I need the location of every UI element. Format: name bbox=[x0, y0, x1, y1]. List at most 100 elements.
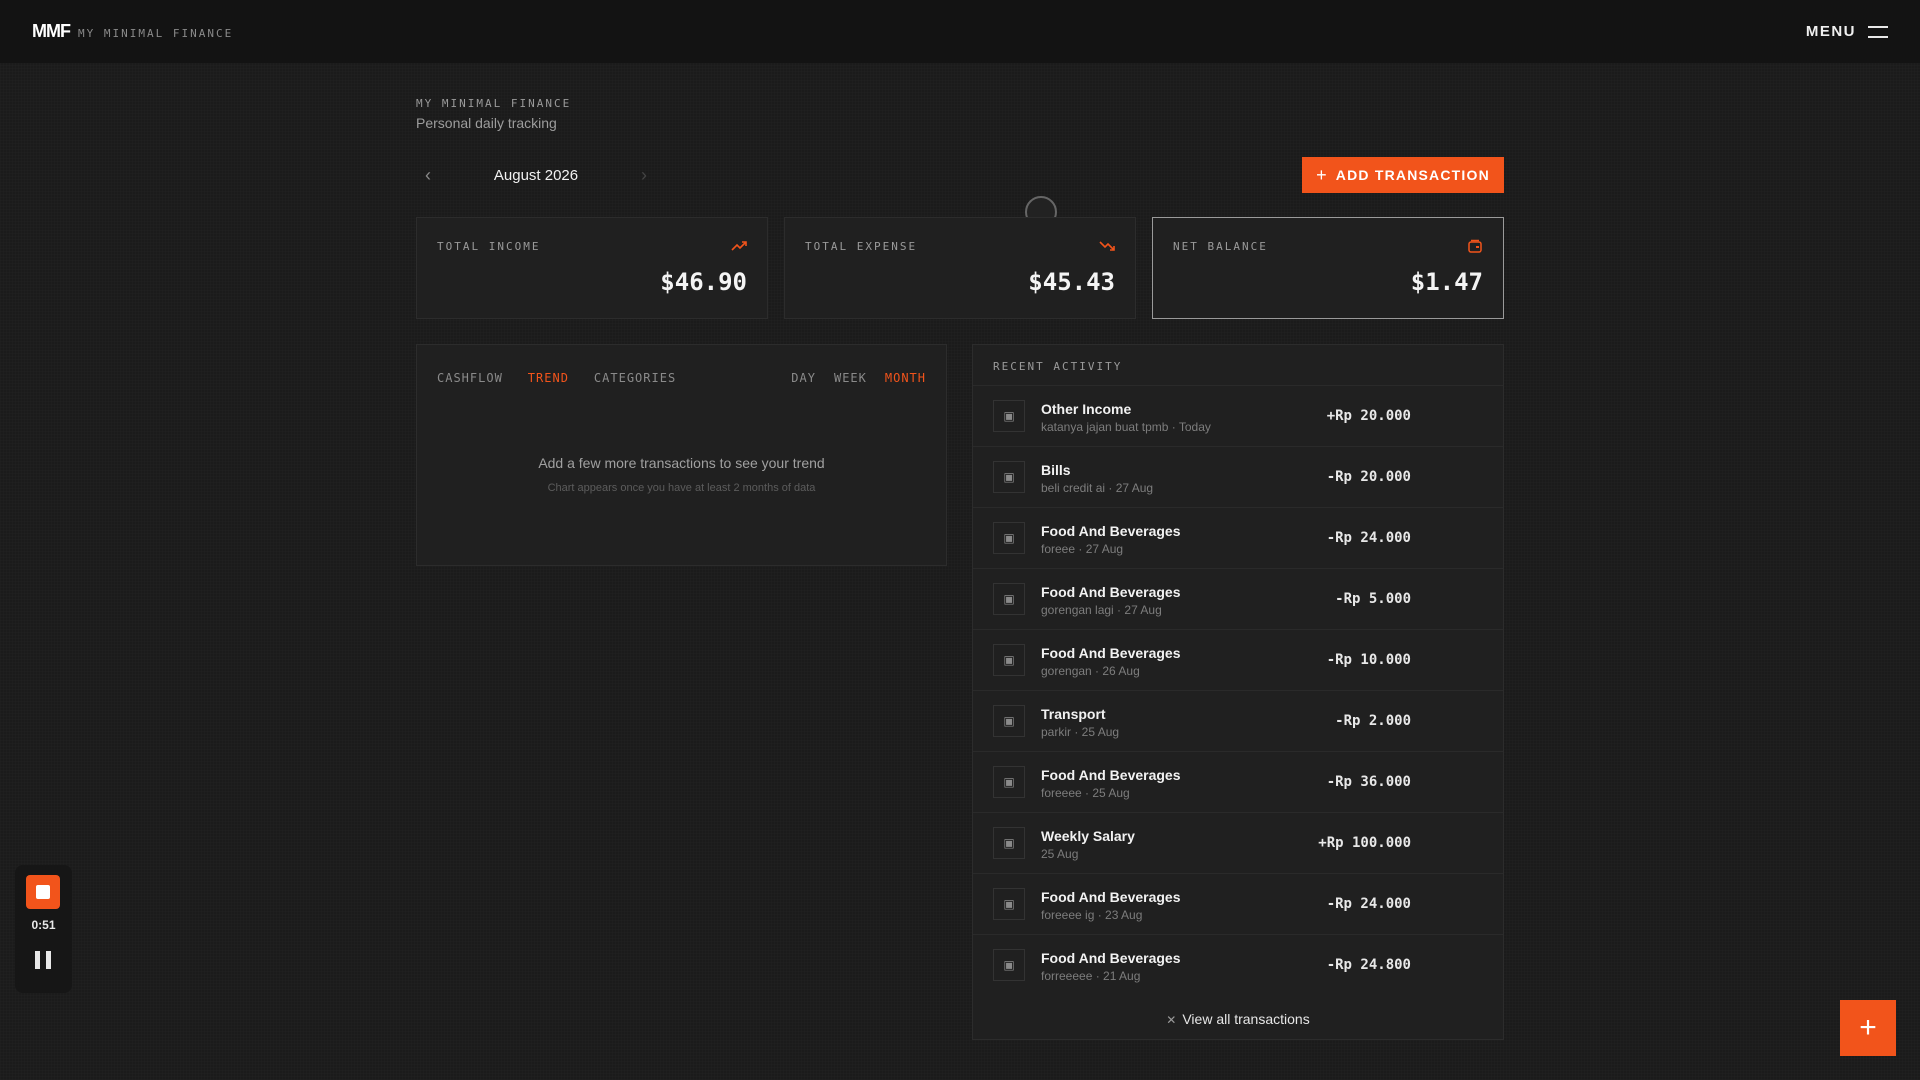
transaction-title: Food And Beverages bbox=[1041, 889, 1181, 905]
transaction-title: Bills bbox=[1041, 462, 1071, 478]
wallet-icon: ▣ bbox=[993, 949, 1025, 981]
total-income-card: TOTAL INCOME $46.90 bbox=[416, 217, 768, 319]
transaction-title: Food And Beverages bbox=[1041, 950, 1181, 966]
chevron-right-icon[interactable]: › bbox=[632, 163, 656, 187]
menu-button[interactable]: MENU bbox=[1806, 23, 1888, 40]
transaction-amount: -Rp 24.000 bbox=[1326, 896, 1411, 912]
transaction-row[interactable]: ▣ Bills beli credit ai · 27 Aug -Rp 20.0… bbox=[973, 446, 1503, 507]
wallet-icon: ▣ bbox=[993, 705, 1025, 737]
menu-label: MENU bbox=[1805, 23, 1856, 40]
recent-activity-panel: RECENT ACTIVITY ▣ Other Income katanya j… bbox=[972, 344, 1504, 1040]
view-all-transactions-link[interactable]: ✕ View all transactions bbox=[973, 1011, 1503, 1027]
wallet-icon: ▣ bbox=[993, 827, 1025, 859]
view-all-label: View all transactions bbox=[1182, 1011, 1310, 1027]
pause-icon[interactable] bbox=[35, 951, 51, 969]
empty-state-title: Add a few more transactions to see your … bbox=[538, 455, 825, 471]
add-transaction-button[interactable]: + ADD TRANSACTION bbox=[1302, 157, 1504, 193]
transaction-amount: +Rp 100.000 bbox=[1318, 835, 1411, 851]
hamburger-icon bbox=[1868, 25, 1888, 38]
transaction-meta: forreeeee · 21 Aug bbox=[1041, 969, 1141, 983]
period-day[interactable]: DAY bbox=[791, 371, 816, 385]
tab-trend[interactable]: TREND bbox=[528, 371, 569, 385]
transaction-row[interactable]: ▣ Food And Beverages foreeee ig · 23 Aug… bbox=[973, 873, 1503, 934]
transaction-meta: foreeee · 25 Aug bbox=[1041, 786, 1130, 800]
transaction-row[interactable]: ▣ Weekly Salary 25 Aug +Rp 100.000 bbox=[973, 812, 1503, 873]
cashflow-tabs: CASHFLOW TREND CATEGORIES bbox=[437, 371, 676, 385]
floating-add-button[interactable]: + bbox=[1840, 1000, 1896, 1056]
transaction-row[interactable]: ▣ Food And Beverages gorengan · 26 Aug -… bbox=[973, 629, 1503, 690]
transaction-row[interactable]: ▣ Food And Beverages gorengan lagi · 27 … bbox=[973, 568, 1503, 629]
brand[interactable]: MMF MY MINIMAL FINANCE bbox=[32, 21, 233, 42]
chevron-left-icon[interactable]: ‹ bbox=[416, 163, 440, 187]
wallet-icon: ▣ bbox=[993, 644, 1025, 676]
top-nav: MMF MY MINIMAL FINANCE MENU bbox=[0, 0, 1920, 63]
transaction-title: Food And Beverages bbox=[1041, 523, 1181, 539]
trending-up-icon bbox=[731, 238, 747, 254]
transaction-row[interactable]: ▣ Food And Beverages foreeee · 25 Aug -R… bbox=[973, 751, 1503, 812]
transaction-meta: foreee · 27 Aug bbox=[1041, 542, 1124, 556]
card-label: NET BALANCE bbox=[1173, 240, 1268, 253]
transaction-amount: -Rp 5.000 bbox=[1335, 591, 1411, 607]
transaction-list: ▣ Other Income katanya jajan buat tpmb ·… bbox=[973, 385, 1503, 995]
period-selector: DAY WEEK MONTH bbox=[791, 371, 926, 385]
wallet-icon: ▣ bbox=[993, 522, 1025, 554]
transaction-meta: beli credit ai · 27 Aug bbox=[1041, 481, 1154, 495]
transaction-title: Food And Beverages bbox=[1041, 767, 1181, 783]
transaction-row[interactable]: ▣ Transport parkir · 25 Aug -Rp 2.000 bbox=[973, 690, 1503, 751]
transaction-amount: -Rp 2.000 bbox=[1335, 713, 1411, 729]
wallet-icon: ▣ bbox=[993, 583, 1025, 615]
tab-cashflow[interactable]: CASHFLOW bbox=[437, 371, 503, 385]
wallet-icon bbox=[1467, 238, 1483, 254]
tab-categories[interactable]: CATEGORIES bbox=[594, 371, 676, 385]
wallet-icon: ▣ bbox=[993, 400, 1025, 432]
trending-down-icon bbox=[1099, 238, 1115, 254]
transaction-row[interactable]: ▣ Food And Beverages foreee · 27 Aug -Rp… bbox=[973, 507, 1503, 568]
cashflow-panel: CASHFLOW TREND CATEGORIES DAY WEEK MONTH… bbox=[416, 344, 947, 566]
transaction-amount: -Rp 24.800 bbox=[1326, 957, 1411, 973]
page-eyebrow: MY MINIMAL FINANCE bbox=[416, 97, 572, 110]
total-expense-card: TOTAL EXPENSE $45.43 bbox=[784, 217, 1136, 319]
wallet-icon: ▣ bbox=[993, 766, 1025, 798]
card-value: $45.43 bbox=[1028, 268, 1115, 296]
brand-subtitle: MY MINIMAL FINANCE bbox=[77, 27, 234, 40]
card-label: TOTAL EXPENSE bbox=[805, 240, 918, 253]
stop-icon bbox=[36, 885, 50, 899]
transaction-title: Transport bbox=[1041, 706, 1106, 722]
close-icon: ✕ bbox=[1166, 1013, 1177, 1027]
recording-timer: 0:51 bbox=[31, 918, 56, 932]
empty-state-subtitle: Chart appears once you have at least 2 m… bbox=[547, 482, 816, 494]
transaction-row[interactable]: ▣ Other Income katanya jajan buat tpmb ·… bbox=[973, 385, 1503, 446]
card-label: TOTAL INCOME bbox=[437, 240, 541, 253]
screen-recorder-widget: 0:51 bbox=[15, 865, 72, 993]
period-week[interactable]: WEEK bbox=[834, 371, 867, 385]
transaction-amount: -Rp 20.000 bbox=[1326, 469, 1411, 485]
brand-logo[interactable]: MMF bbox=[32, 21, 71, 42]
page-subtitle: Personal daily tracking bbox=[416, 115, 557, 131]
recent-activity-title: RECENT ACTIVITY bbox=[993, 360, 1123, 373]
transaction-amount: -Rp 24.000 bbox=[1326, 530, 1411, 546]
transaction-meta: 25 Aug bbox=[1041, 847, 1079, 861]
transaction-title: Food And Beverages bbox=[1041, 584, 1181, 600]
stop-recording-button[interactable] bbox=[26, 875, 60, 909]
plus-icon: + bbox=[1316, 165, 1328, 185]
month-label: August 2026 bbox=[493, 166, 579, 184]
transaction-amount: +Rp 20.000 bbox=[1326, 408, 1411, 424]
transaction-title: Other Income bbox=[1041, 401, 1132, 417]
transaction-amount: -Rp 36.000 bbox=[1326, 774, 1411, 790]
card-value: $1.47 bbox=[1410, 268, 1483, 296]
add-transaction-label: ADD TRANSACTION bbox=[1335, 167, 1490, 183]
month-navigator: ‹ August 2026 › bbox=[416, 162, 656, 188]
wallet-icon: ▣ bbox=[993, 461, 1025, 493]
transaction-meta: foreeee ig · 23 Aug bbox=[1041, 908, 1143, 922]
wallet-icon: ▣ bbox=[993, 888, 1025, 920]
transaction-meta: katanya jajan buat tpmb · Today bbox=[1041, 420, 1211, 434]
transaction-meta: gorengan lagi · 27 Aug bbox=[1041, 603, 1162, 617]
transaction-amount: -Rp 10.000 bbox=[1326, 652, 1411, 668]
transaction-row[interactable]: ▣ Food And Beverages forreeeee · 21 Aug … bbox=[973, 934, 1503, 995]
transaction-meta: gorengan · 26 Aug bbox=[1041, 664, 1140, 678]
net-balance-card: NET BALANCE $1.47 bbox=[1152, 217, 1504, 319]
card-value: $46.90 bbox=[660, 268, 747, 296]
transaction-title: Food And Beverages bbox=[1041, 645, 1181, 661]
period-month[interactable]: MONTH bbox=[885, 371, 926, 385]
transaction-meta: parkir · 25 Aug bbox=[1041, 725, 1120, 739]
